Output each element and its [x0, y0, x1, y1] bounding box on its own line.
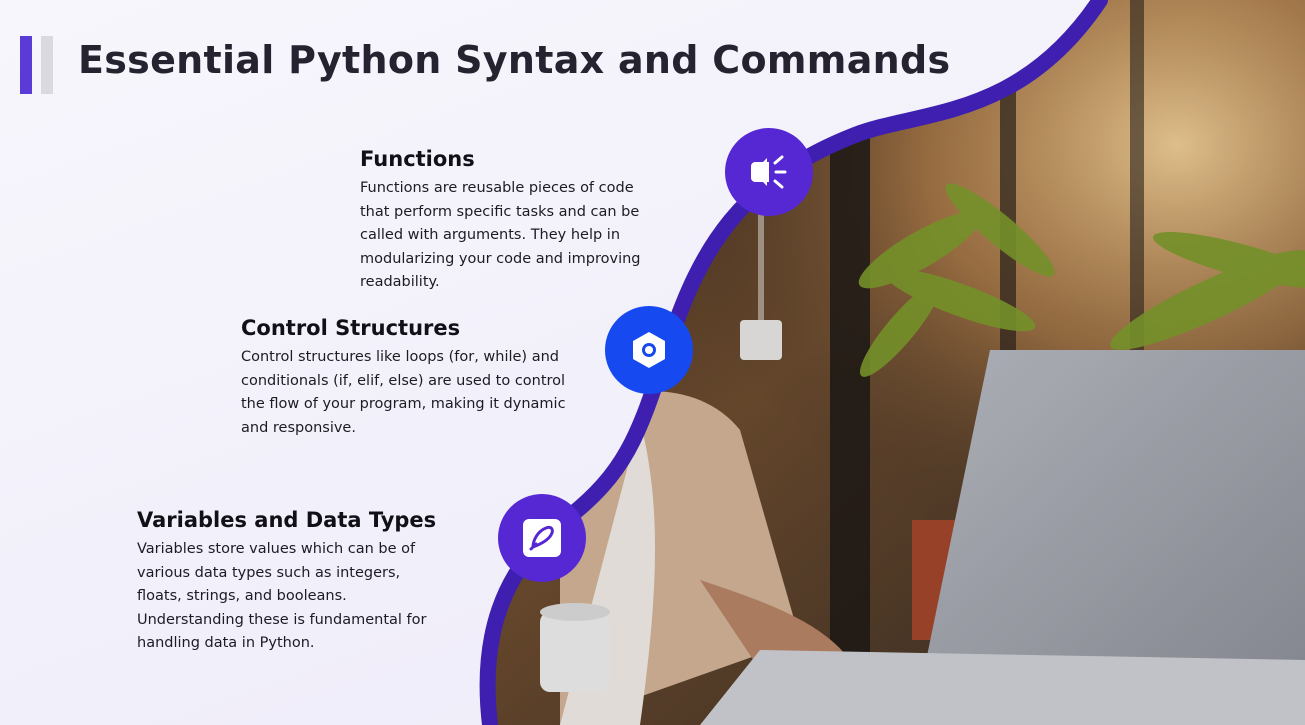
item-variables-data-types: Variables and Data Types Variables store…	[137, 508, 437, 656]
item-heading: Functions	[360, 147, 475, 171]
functions-icon-badge	[725, 128, 813, 216]
title-accent-bar-secondary	[41, 36, 53, 94]
item-control-structures: Control Structures Control structures li…	[241, 316, 571, 440]
item-functions: Functions Functions are reusable pieces …	[360, 147, 660, 295]
control-structures-icon-badge	[605, 306, 693, 394]
title-accent-bar	[20, 36, 32, 94]
page-title: Essential Python Syntax and Commands	[78, 38, 951, 82]
item-body: Variables store values which can be of v…	[137, 541, 427, 651]
variables-icon-badge	[498, 494, 586, 582]
item-heading: Variables and Data Types	[137, 508, 437, 532]
item-heading: Control Structures	[241, 316, 461, 340]
megaphone-icon	[751, 155, 787, 189]
slide: Essential Python Syntax and Commands Fun…	[0, 0, 1305, 725]
item-body: Control structures like loops (for, whil…	[241, 349, 566, 436]
item-body: Functions are reusable pieces of code th…	[360, 180, 641, 290]
hexagon-nut-icon	[633, 332, 665, 368]
pencil-edit-icon	[523, 519, 561, 557]
